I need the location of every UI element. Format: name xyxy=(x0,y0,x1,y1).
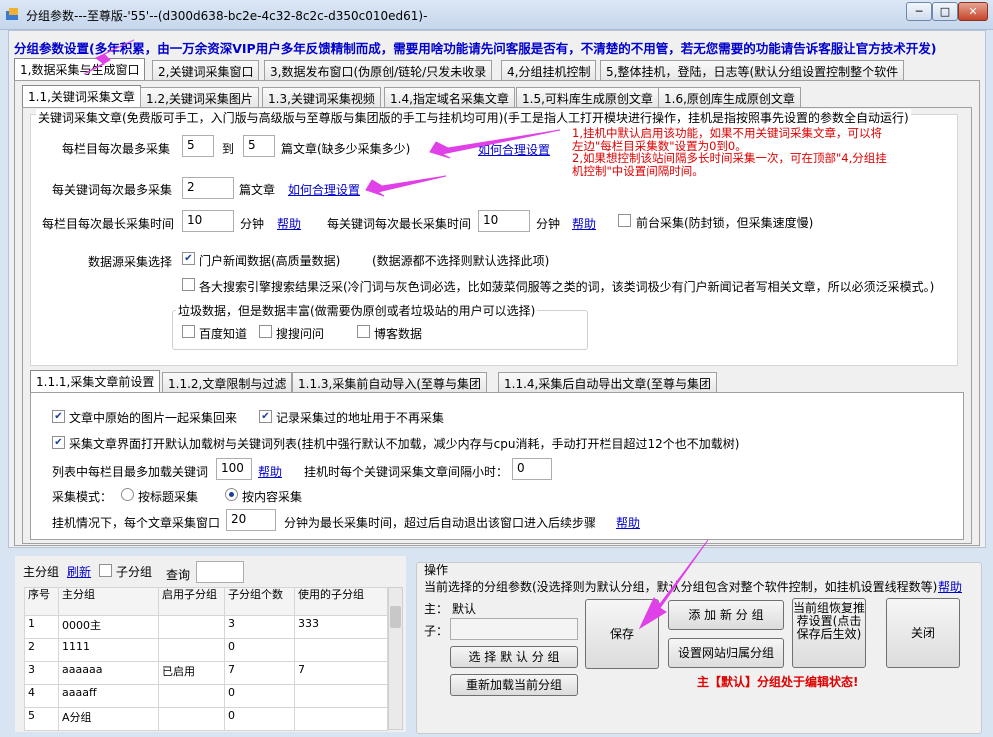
arrow-2-icon xyxy=(429,129,561,159)
arrow-3-icon xyxy=(365,175,447,197)
arrow-1-icon xyxy=(83,39,135,75)
arrow-4-icon xyxy=(638,539,709,630)
annotation-arrows xyxy=(83,39,709,630)
